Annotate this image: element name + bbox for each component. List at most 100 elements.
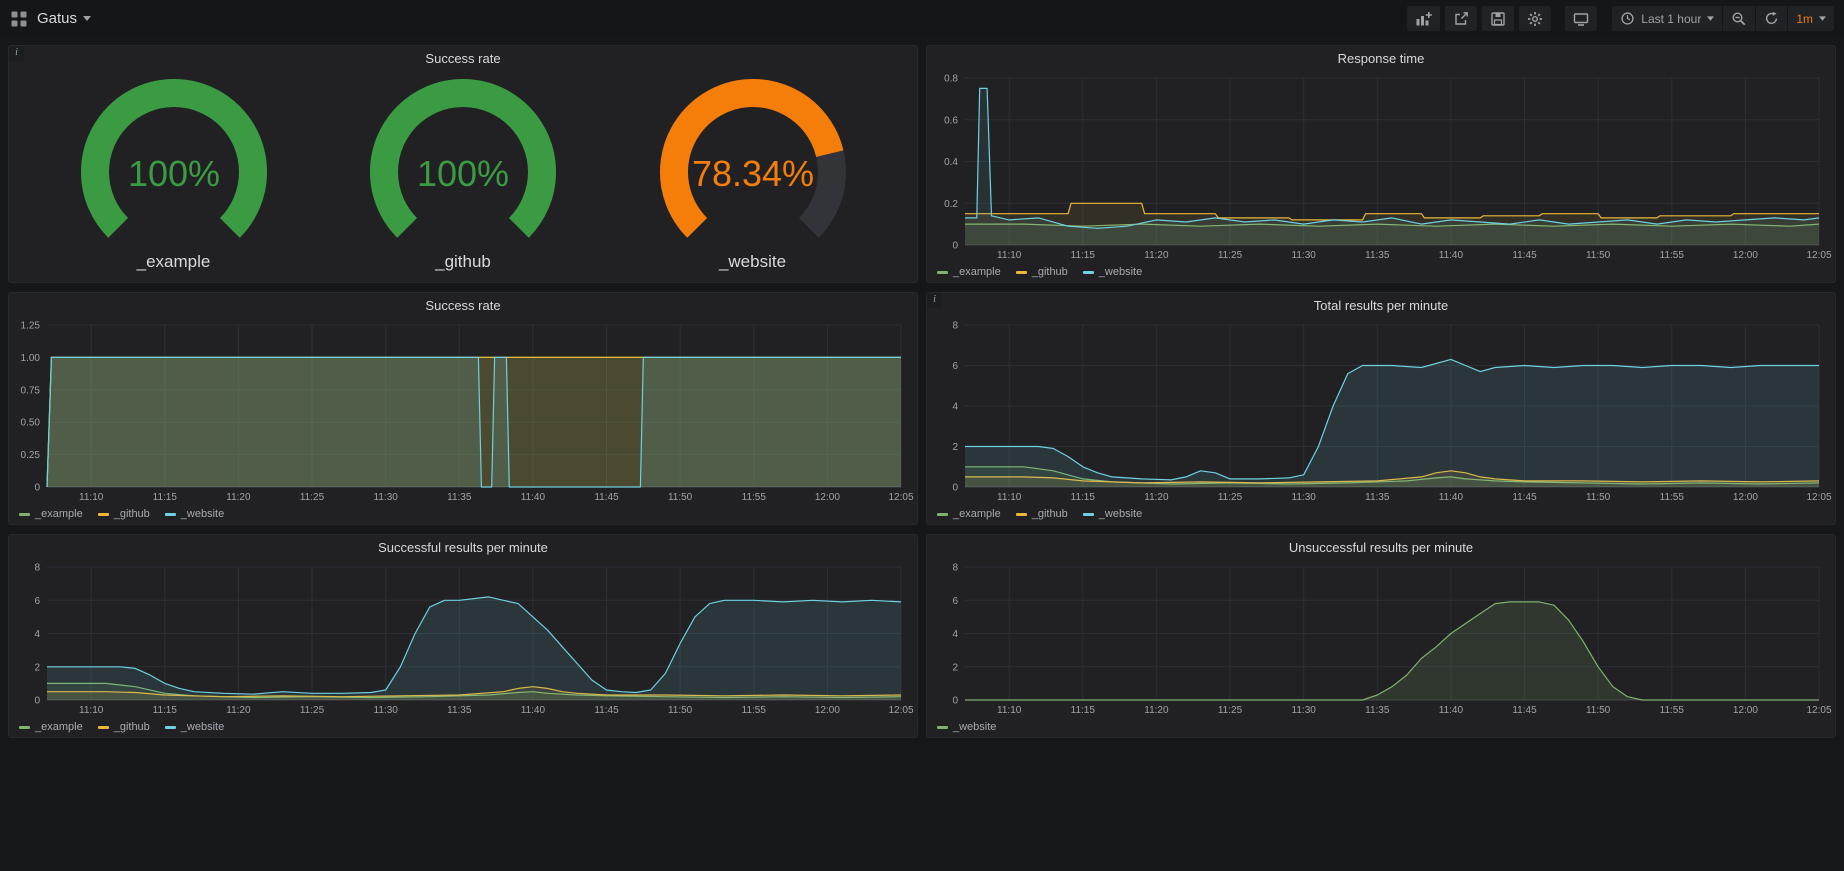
caret-down-icon [1707,16,1714,21]
legend-item-_website[interactable]: _website [165,508,224,520]
legend-item-_github[interactable]: _github [98,721,150,733]
legend-swatch [165,726,176,729]
legend-item-_website[interactable]: _website [1083,266,1142,278]
gauge-_example: 100% _example [49,76,299,272]
legend-item-_example[interactable]: _example [19,508,83,520]
x-axis-label: 12:05 [1806,492,1831,503]
series-area-_website [47,597,901,700]
add-panel-icon [1415,11,1432,27]
x-axis-label: 11:45 [594,705,619,716]
dashboard-settings-button[interactable] [1519,6,1551,31]
navbar: Gatus [0,0,1844,37]
x-axis-label: 11:35 [447,492,472,503]
x-axis-label: 11:30 [374,705,399,716]
legend-item-_example[interactable]: _example [19,721,83,733]
x-axis-label: 11:15 [1071,250,1096,261]
y-axis-label: 6 [34,596,40,607]
x-axis-label: 11:20 [1144,250,1169,261]
legend-item-_website[interactable]: _website [1083,508,1142,520]
x-axis-label: 11:50 [668,492,693,503]
y-axis-label: 4 [952,629,958,640]
time-range-picker[interactable]: Last 1 hour [1612,6,1722,31]
share-dashboard-button[interactable] [1445,6,1477,31]
legend-swatch [937,726,948,729]
y-axis-label: 6 [952,596,958,607]
y-axis-label: 0.25 [21,450,41,461]
chart-legend: _example _github _website [927,262,1835,282]
dashboard-title-text: Gatus [37,10,77,27]
panel-info-icon[interactable]: i [9,46,24,61]
chart-legend: _example _github _website [9,504,917,524]
x-axis-label: 11:10 [997,705,1022,716]
refresh-button[interactable] [1756,6,1787,31]
apps-grid-button[interactable] [10,10,28,28]
legend-label: _website [1099,508,1142,520]
x-axis-label: 11:20 [1144,492,1169,503]
panel-title[interactable]: Success rate [9,293,917,317]
add-panel-button[interactable] [1407,6,1440,31]
chart-area[interactable]: 11:1011:1511:2011:2511:3011:3511:4011:45… [927,317,1835,504]
gauge-label: _github [435,252,491,272]
save-dashboard-button[interactable] [1482,6,1514,31]
legend-label: _example [953,266,1001,278]
panel-title[interactable]: Success rate [9,46,917,70]
refresh-interval-picker[interactable]: 1m [1788,6,1834,31]
chart-legend: _website [927,717,1835,737]
legend-item-_website[interactable]: _website [165,721,224,733]
legend-swatch [19,513,30,516]
legend-item-_github[interactable]: _github [1016,266,1068,278]
x-axis-label: 11:25 [1218,250,1243,261]
x-axis-label: 11:30 [1292,492,1317,503]
caret-down-icon [83,16,91,21]
y-axis-label: 0.8 [944,74,958,85]
legend-item-_website[interactable]: _website [937,721,996,733]
panel-title[interactable]: Total results per minute [927,293,1835,317]
legend-item-_example[interactable]: _example [937,508,1001,520]
navbar-left: Gatus [10,10,91,28]
dashboard-grid: i Success rate 100%_example100%_github78… [0,37,1844,746]
panel-title[interactable]: Successful results per minute [9,535,917,559]
panel-title[interactable]: Unsuccessful results per minute [927,535,1835,559]
legend-swatch [1083,513,1094,516]
panel-success-rate-gauges: i Success rate 100%_example100%_github78… [8,45,918,283]
chart-area[interactable]: 11:1011:1511:2011:2511:3011:3511:4011:45… [927,559,1835,717]
dashboard-title[interactable]: Gatus [37,10,91,27]
x-axis-label: 11:15 [1071,492,1096,503]
settings-gear-icon [1527,11,1543,27]
x-axis-label: 11:30 [1292,250,1317,261]
x-axis-label: 11:25 [1218,705,1243,716]
x-axis-label: 11:35 [447,705,472,716]
x-axis-label: 11:55 [1660,492,1685,503]
legend-label: _website [953,721,996,733]
x-axis-label: 11:20 [1144,705,1169,716]
chart-area[interactable]: 11:1011:1511:2011:2511:3011:3511:4011:45… [9,317,917,504]
legend-item-_github[interactable]: _github [98,508,150,520]
y-axis-label: 1.25 [21,321,41,332]
chart-area[interactable]: 11:1011:1511:2011:2511:3011:3511:4011:45… [9,559,917,717]
legend-item-_example[interactable]: _example [937,266,1001,278]
y-axis-label: 0 [952,696,958,707]
tv-mode-button[interactable] [1565,6,1597,31]
chart-legend: _example _github _website [927,504,1835,524]
x-axis-label: 11:10 [997,492,1022,503]
save-icon [1490,11,1506,27]
x-axis-label: 11:55 [1660,705,1685,716]
x-axis-label: 12:05 [1806,250,1831,261]
zoom-out-button[interactable] [1723,6,1755,31]
legend-swatch [937,271,948,274]
legend-label: _example [35,508,83,520]
chart-area[interactable]: 11:1011:1511:2011:2511:3011:3511:4011:45… [927,70,1835,262]
legend-item-_github[interactable]: _github [1016,508,1068,520]
x-axis-label: 12:05 [1806,705,1831,716]
series-area-_website [47,357,901,487]
panel-info-icon[interactable]: i [927,293,942,308]
y-axis-label: 0.6 [944,115,958,126]
x-axis-label: 11:45 [1512,705,1537,716]
panel-title[interactable]: Response time [927,46,1835,70]
y-axis-label: 8 [952,321,958,332]
legend-label: _github [114,508,150,520]
y-axis-label: 0.4 [944,157,958,168]
gauge-value: 100% [127,153,219,194]
x-axis-label: 11:15 [153,705,178,716]
gauge-label: _example [137,252,211,272]
